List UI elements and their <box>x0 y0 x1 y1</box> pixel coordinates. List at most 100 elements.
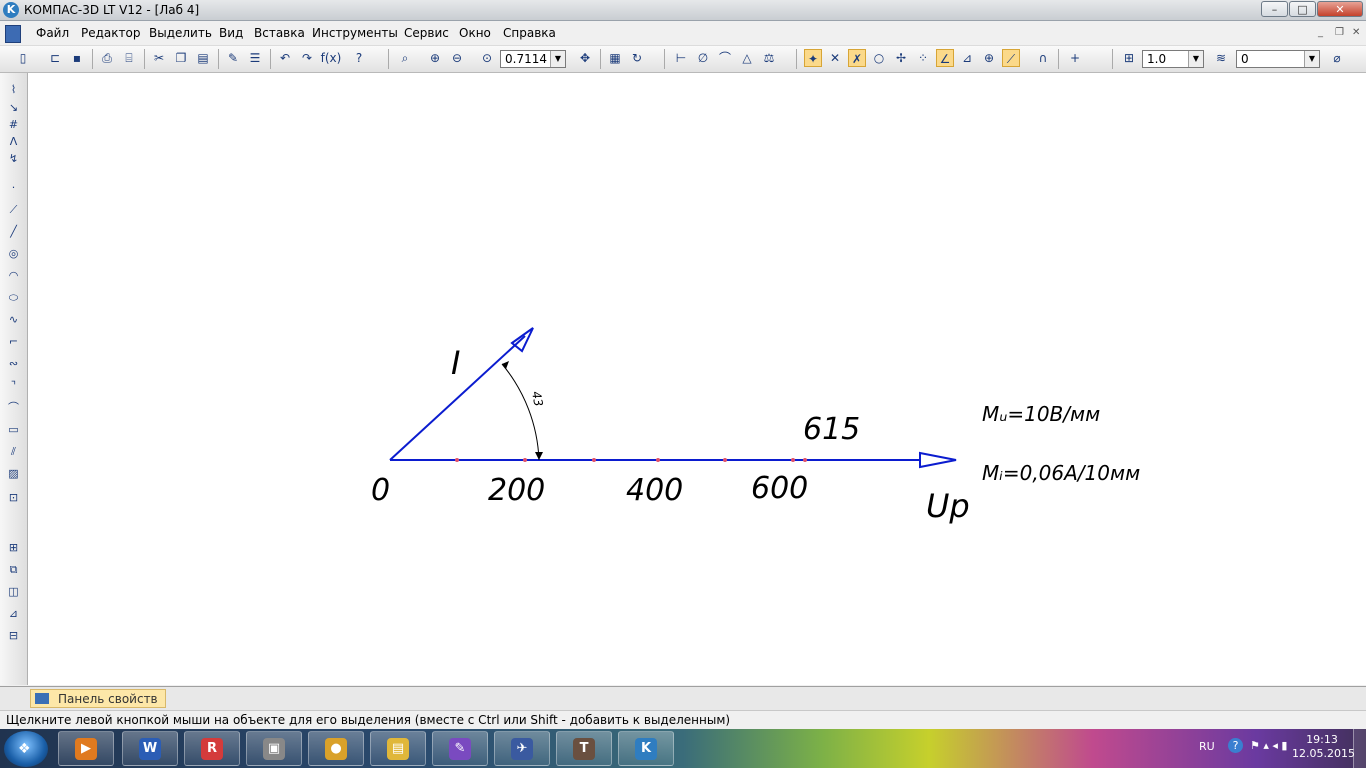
ellipse-icon[interactable]: ⬭ <box>5 289 22 306</box>
macro-icon[interactable]: ⊞ <box>5 539 22 556</box>
menu-window[interactable]: Окно <box>459 26 491 40</box>
taskbar-app-button[interactable]: ✈ <box>494 731 550 766</box>
minimize-button[interactable]: – <box>1261 1 1288 17</box>
snap-intersection-icon[interactable]: ✕ <box>826 49 844 67</box>
fillet-icon[interactable]: ⌒ <box>5 399 22 416</box>
document-icon[interactable] <box>5 25 21 43</box>
chevron-down-icon[interactable]: ▼ <box>1188 51 1203 67</box>
snap-circle-icon[interactable]: ○ <box>870 49 888 67</box>
zoom-scale-icon[interactable]: ⊙ <box>478 49 496 67</box>
snap-line-icon[interactable]: ⟋ <box>1002 49 1020 67</box>
new-document-icon[interactable]: ▯ <box>14 49 32 67</box>
fragment-icon[interactable]: ◫ <box>5 583 22 600</box>
snap-vertex-icon[interactable]: ⊿ <box>958 49 976 67</box>
bezier-icon[interactable]: ∾ <box>5 355 22 372</box>
circle-icon[interactable]: ◎ <box>5 245 22 262</box>
taskbar-app-button[interactable]: ● <box>308 731 364 766</box>
print-icon[interactable]: ⌸ <box>120 49 138 67</box>
parametrization-panel-icon[interactable]: ↯ <box>5 150 22 167</box>
measure-area-icon[interactable]: △ <box>738 49 756 67</box>
menu-select[interactable]: Выделить <box>149 26 212 40</box>
properties-panel-tab[interactable]: Панель свойств <box>30 689 166 708</box>
zoom-window-icon[interactable]: ⌕ <box>396 49 414 67</box>
magnet-icon[interactable]: ∩ <box>1034 49 1052 67</box>
help-tray-icon[interactable]: ? <box>1228 738 1243 753</box>
edit-panel-icon[interactable]: Λ <box>5 133 22 150</box>
measure-arc-icon[interactable]: ⌒ <box>716 49 734 67</box>
cut-icon[interactable]: ✂ <box>150 49 168 67</box>
zoom-combo[interactable]: 0.7114 ▼ <box>500 50 566 68</box>
taskbar-app-button[interactable]: K <box>618 731 674 766</box>
format-painter-icon[interactable]: ✎ <box>224 49 242 67</box>
chevron-down-icon[interactable]: ▼ <box>1304 51 1319 67</box>
local-cs-icon[interactable]: + <box>1066 49 1084 67</box>
auxiliary-line-icon[interactable]: ⟋ <box>5 201 22 218</box>
redo-icon[interactable]: ↷ <box>298 49 316 67</box>
menu-help[interactable]: Справка <box>503 26 556 40</box>
start-button[interactable]: ❖ <box>4 731 48 767</box>
segment-icon[interactable]: ╱ <box>5 223 22 240</box>
close-button[interactable]: ✕ <box>1317 1 1363 17</box>
menu-insert[interactable]: Вставка <box>254 26 305 40</box>
taskbar-app-button[interactable]: ▣ <box>246 731 302 766</box>
snap-grid-icon[interactable]: ⁘ <box>914 49 932 67</box>
geometry-panel-icon[interactable]: ⌇ <box>5 81 22 98</box>
equidistant-icon[interactable]: ⫽ <box>5 443 22 460</box>
menu-view[interactable]: Вид <box>219 26 243 40</box>
undo-icon[interactable]: ↶ <box>276 49 294 67</box>
snap-center-icon[interactable]: ⊕ <box>980 49 998 67</box>
action-center-icon[interactable]: ⚑ ▴ ◂ ▮ <box>1250 739 1287 752</box>
menu-editor[interactable]: Редактор <box>81 26 140 40</box>
arc-icon[interactable]: ◠ <box>5 267 22 284</box>
taskbar-app-button[interactable]: ▤ <box>370 731 426 766</box>
taskbar-app-button[interactable]: R <box>184 731 240 766</box>
step-combo[interactable]: 1.0 ▼ <box>1142 50 1204 68</box>
measure-distance-icon[interactable]: ⊢ <box>672 49 690 67</box>
point-icon[interactable]: · <box>5 179 22 196</box>
spec-icon[interactable]: ⊟ <box>5 627 22 644</box>
taskbar-app-button[interactable]: W <box>122 731 178 766</box>
language-indicator[interactable]: RU <box>1199 740 1215 753</box>
taskbar-app-button[interactable]: ✎ <box>432 731 488 766</box>
step-cursor-icon[interactable]: ⊞ <box>1120 49 1138 67</box>
insert-view-icon[interactable]: ⧉ <box>5 561 22 578</box>
symbols-panel-icon[interactable]: # <box>5 116 22 133</box>
rectangle-icon[interactable]: ▭ <box>5 421 22 438</box>
drawing-canvas[interactable]: 0 200 400 600 615 I Up 43 Mᵤ=10В/мм Mᵢ=0… <box>28 73 1366 685</box>
maximize-button[interactable]: □ <box>1289 1 1316 17</box>
layers-icon[interactable]: ≋ <box>1212 49 1230 67</box>
snap-tangent-icon[interactable]: ✢ <box>892 49 910 67</box>
copy-icon[interactable]: ❐ <box>172 49 190 67</box>
help-pointer-icon[interactable]: ? <box>350 49 368 67</box>
library-icon[interactable]: ⊿ <box>5 605 22 622</box>
doc-restore-button[interactable]: ❐ <box>1335 27 1344 38</box>
spline-icon[interactable]: ∿ <box>5 311 22 328</box>
measure-angle-icon[interactable]: ∅ <box>694 49 712 67</box>
print-preview-icon[interactable]: ⎙ <box>98 49 116 67</box>
regenerate-icon[interactable]: ↻ <box>628 49 646 67</box>
pan-icon[interactable]: ✥ <box>576 49 594 67</box>
snap-nearest-point-icon[interactable]: ✦ <box>804 49 822 67</box>
properties-icon[interactable]: ☰ <box>246 49 264 67</box>
menu-tools[interactable]: Инструменты <box>312 26 398 40</box>
open-icon[interactable]: ⊏ <box>46 49 64 67</box>
polyline-icon[interactable]: ⌐ <box>5 333 22 350</box>
doc-close-button[interactable]: ✕ <box>1352 27 1360 38</box>
menu-service[interactable]: Сервис <box>404 26 449 40</box>
chamfer-icon[interactable]: ⌝ <box>5 377 22 394</box>
taskbar-app-button[interactable]: T <box>556 731 612 766</box>
snap-angle-icon[interactable]: ∠ <box>936 49 954 67</box>
style-icon[interactable]: ⌀ <box>1328 49 1346 67</box>
chevron-down-icon[interactable]: ▼ <box>550 51 565 67</box>
mass-properties-icon[interactable]: ⚖ <box>760 49 778 67</box>
menu-file[interactable]: Файл <box>36 26 69 40</box>
contour-icon[interactable]: ⊡ <box>5 489 22 506</box>
taskbar-app-button[interactable]: ▶ <box>58 731 114 766</box>
dimensions-panel-icon[interactable]: ↘ <box>5 99 22 116</box>
hatch-icon[interactable]: ▨ <box>5 465 22 482</box>
save-icon[interactable]: ▪ <box>68 49 86 67</box>
formula-icon[interactable]: f(x) <box>320 49 342 67</box>
show-desktop-button[interactable] <box>1353 729 1366 768</box>
refresh-icon[interactable]: ▦ <box>606 49 624 67</box>
layer-combo[interactable]: 0 ▼ <box>1236 50 1320 68</box>
